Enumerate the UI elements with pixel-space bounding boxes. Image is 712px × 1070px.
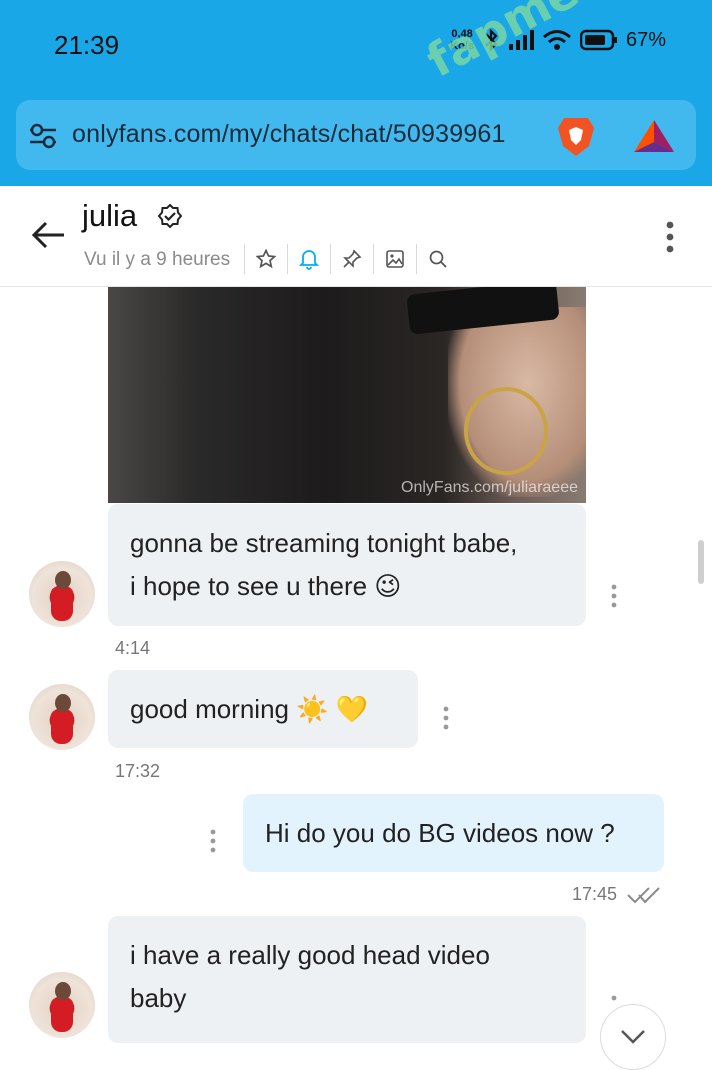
double-check-icon	[627, 887, 660, 904]
incoming-message-bubble[interactable]: gonna be streaming tonight babe, i hope …	[108, 504, 586, 626]
message-time: 17:45	[572, 884, 618, 904]
message-options-icon[interactable]	[608, 994, 620, 1006]
avatar[interactable]	[29, 561, 95, 627]
last-seen-status: Vu il y a 9 heures	[84, 249, 231, 270]
message-text: Hi do you do BG videos now ?	[265, 818, 615, 848]
message-options-icon[interactable]	[440, 705, 452, 731]
back-arrow-icon[interactable]	[30, 220, 66, 250]
search-chat-button[interactable]	[416, 244, 459, 274]
scroll-to-bottom-button[interactable]	[600, 1004, 666, 1070]
bell-icon	[299, 250, 319, 270]
battery-icon	[579, 29, 617, 51]
favorite-button[interactable]	[244, 244, 287, 274]
message-time: 4:14	[115, 638, 151, 658]
avatar[interactable]	[29, 684, 95, 750]
chat-contact-name[interactable]: julia	[82, 198, 137, 234]
scrollbar[interactable]	[698, 540, 704, 584]
avatar[interactable]	[29, 972, 95, 1038]
bat-triangle-icon[interactable]	[632, 118, 676, 154]
message-time: 17:32	[115, 761, 161, 781]
star-icon	[256, 249, 276, 269]
battery-percent: 67%	[625, 28, 666, 51]
incoming-message-bubble[interactable]: good morning ☀️ 💛	[108, 670, 418, 748]
photo-credit: OnlyFans.com/juliaraeee	[401, 479, 578, 496]
brave-lion-icon[interactable]	[556, 114, 596, 158]
outgoing-message-bubble[interactable]: Hi do you do BG videos now ?	[243, 794, 664, 872]
notifications-button[interactable]	[287, 244, 330, 274]
more-vert-icon[interactable]	[662, 220, 678, 254]
message-photo[interactable]: OnlyFans.com/juliaraeee	[108, 287, 586, 503]
url-text[interactable]: onlyfans.com/my/chats/chat/50939961	[72, 120, 506, 149]
message-text: i hope to see u there 😉	[130, 571, 402, 601]
tune-icon[interactable]	[28, 122, 58, 150]
message-text: gonna be streaming tonight babe,	[130, 528, 518, 558]
message-options-icon[interactable]	[608, 583, 620, 609]
message-text: good morning ☀️ 💛	[130, 694, 369, 724]
pin-icon	[343, 249, 362, 268]
address-bar[interactable]: onlyfans.com/my/chats/chat/50939961	[16, 100, 696, 170]
search-icon	[429, 250, 447, 268]
photo-content-bracelet	[464, 387, 548, 475]
message-text: i have a really good head video	[130, 940, 490, 970]
message-options-icon[interactable]	[207, 828, 219, 854]
media-button[interactable]	[373, 244, 416, 274]
incoming-message-bubble[interactable]: i have a really good head video baby	[108, 916, 586, 1043]
browser-chrome: 21:39 0,48 Ko/s 67% onlyfans.com/my/chat…	[0, 0, 712, 186]
status-time: 21:39	[54, 30, 120, 60]
pin-button[interactable]	[330, 244, 373, 274]
chat-toolbar	[244, 244, 459, 274]
verified-icon	[158, 204, 182, 228]
message-text: baby	[130, 983, 187, 1013]
media-icon	[386, 250, 404, 268]
chat-header: julia Vu il y a 9 heures	[0, 186, 712, 287]
